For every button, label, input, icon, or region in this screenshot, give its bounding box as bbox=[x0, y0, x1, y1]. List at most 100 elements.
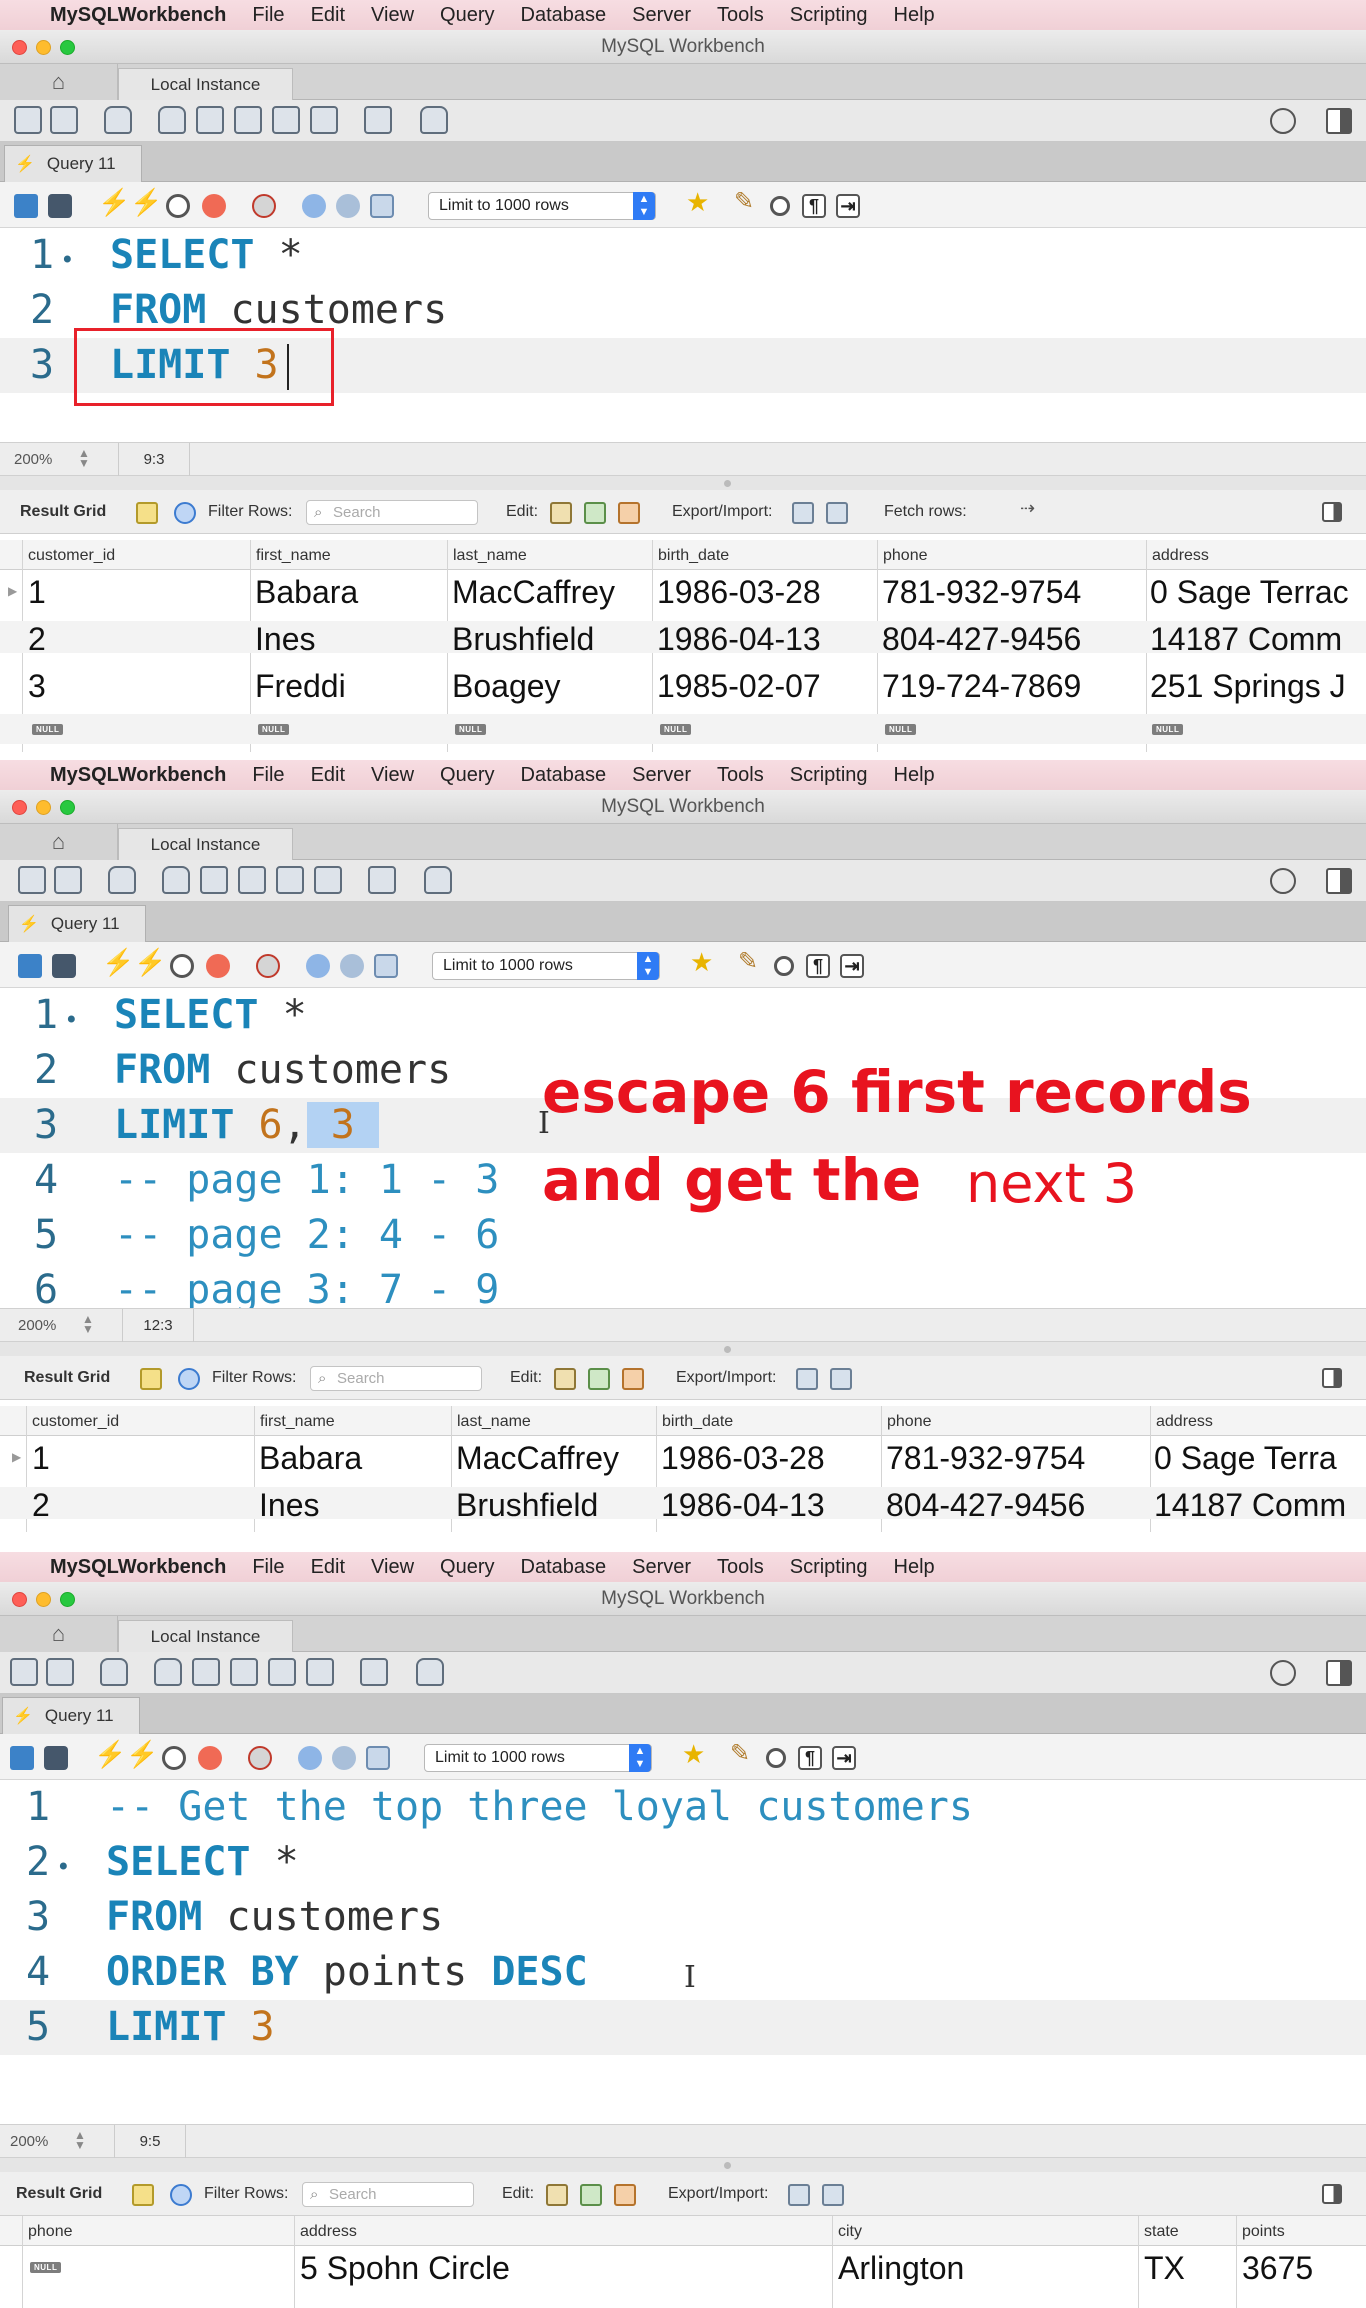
format-brush-icon[interactable]: ✎ bbox=[730, 1742, 754, 1766]
create-schema-icon[interactable] bbox=[158, 106, 186, 134]
stop-on-error-icon[interactable] bbox=[248, 1746, 272, 1770]
connection-tab[interactable]: Local Instance bbox=[118, 1620, 293, 1652]
create-function-icon[interactable] bbox=[314, 866, 342, 894]
minimize-button[interactable] bbox=[36, 800, 51, 815]
open-folder-icon[interactable] bbox=[10, 1746, 34, 1770]
zoom-level[interactable]: 200% bbox=[10, 2133, 48, 2150]
stop-on-error-icon[interactable] bbox=[252, 194, 276, 218]
create-table-icon[interactable] bbox=[196, 106, 224, 134]
find-icon[interactable] bbox=[774, 956, 794, 976]
stop-icon[interactable] bbox=[198, 1746, 222, 1770]
close-button[interactable] bbox=[12, 40, 27, 55]
pane-splitter[interactable] bbox=[0, 2158, 1366, 2172]
limit-rows-select[interactable]: Limit to 1000 rows ▲ ▼ bbox=[424, 1744, 652, 1772]
menu-app-name[interactable]: MySQLWorkbench bbox=[50, 764, 226, 787]
cell-first-name[interactable]: Ines bbox=[259, 1487, 319, 1524]
save-icon[interactable] bbox=[52, 954, 76, 978]
add-row-icon[interactable] bbox=[580, 2184, 602, 2206]
cell-birth-date[interactable]: 1986-04-13 bbox=[657, 621, 821, 658]
create-table-icon[interactable] bbox=[200, 866, 228, 894]
create-procedure-icon[interactable] bbox=[276, 866, 304, 894]
edit-row-icon[interactable] bbox=[554, 1368, 576, 1390]
column-header[interactable]: first_name bbox=[256, 1413, 335, 1431]
settings-gear-icon[interactable] bbox=[1270, 868, 1296, 894]
minimize-button[interactable] bbox=[36, 1592, 51, 1607]
column-header[interactable]: address bbox=[1152, 1413, 1213, 1431]
zoom-button[interactable] bbox=[60, 800, 75, 815]
sql-editor[interactable]: 1 • SELECT * 2 FROM customers 3 LIMIT 3 bbox=[0, 228, 1366, 442]
rollback-icon[interactable] bbox=[332, 1746, 356, 1770]
column-header[interactable]: birth_date bbox=[658, 1413, 733, 1431]
reconnect-icon[interactable] bbox=[420, 106, 448, 134]
execute-icon[interactable]: ⚡ bbox=[94, 1741, 126, 1767]
menu-view[interactable]: View bbox=[371, 4, 414, 27]
grid-view-icon[interactable] bbox=[136, 502, 158, 524]
toggle-panel-icon[interactable] bbox=[1322, 2184, 1342, 2204]
format-brush-icon[interactable]: ✎ bbox=[734, 190, 758, 214]
search-table-data-icon[interactable] bbox=[360, 1658, 388, 1686]
save-icon[interactable] bbox=[44, 1746, 68, 1770]
inspector-icon[interactable] bbox=[100, 1658, 128, 1686]
menu-database[interactable]: Database bbox=[521, 4, 607, 27]
export-icon[interactable] bbox=[796, 1368, 818, 1390]
column-header[interactable]: state bbox=[1140, 2223, 1179, 2241]
filter-search-input[interactable]: ⌕ Search bbox=[306, 500, 478, 525]
cell-birth-date[interactable]: 1986-04-13 bbox=[661, 1487, 825, 1524]
cell-phone[interactable]: 781-932-9754 bbox=[882, 574, 1081, 611]
menu-server[interactable]: Server bbox=[632, 1556, 691, 1579]
column-header[interactable]: address bbox=[1148, 547, 1209, 565]
create-function-icon[interactable] bbox=[310, 106, 338, 134]
home-tab[interactable]: ⌂ bbox=[0, 1616, 118, 1652]
cell-last-name[interactable]: Boagey bbox=[452, 668, 561, 705]
column-header[interactable]: points bbox=[1238, 2223, 1285, 2241]
wrap-lines-icon[interactable]: ⇥ bbox=[836, 194, 860, 218]
menu-scripting[interactable]: Scripting bbox=[790, 1556, 868, 1579]
cell-phone[interactable]: 804-427-9456 bbox=[886, 1487, 1085, 1524]
rollback-icon[interactable] bbox=[340, 954, 364, 978]
column-header[interactable]: last_name bbox=[449, 547, 527, 565]
create-schema-icon[interactable] bbox=[154, 1658, 182, 1686]
create-view-icon[interactable] bbox=[238, 866, 266, 894]
toggle-panel-icon[interactable] bbox=[1322, 502, 1342, 522]
explain-icon[interactable] bbox=[166, 194, 190, 218]
column-header[interactable]: phone bbox=[879, 547, 928, 565]
cell-last-name[interactable]: MacCaffrey bbox=[452, 574, 615, 611]
invisible-chars-icon[interactable]: ¶ bbox=[802, 194, 826, 218]
column-header[interactable]: first_name bbox=[252, 547, 331, 565]
zoom-button[interactable] bbox=[60, 40, 75, 55]
menu-server[interactable]: Server bbox=[632, 764, 691, 787]
limit-rows-select[interactable]: Limit to 1000 rows ▲ ▼ bbox=[428, 192, 656, 220]
menu-view[interactable]: View bbox=[371, 1556, 414, 1579]
import-icon[interactable] bbox=[822, 2184, 844, 2206]
refresh-icon[interactable] bbox=[174, 502, 196, 524]
cell-phone[interactable]: 719-724-7869 bbox=[882, 668, 1081, 705]
menu-edit[interactable]: Edit bbox=[311, 1556, 345, 1579]
save-icon[interactable] bbox=[48, 194, 72, 218]
delete-row-icon[interactable] bbox=[618, 502, 640, 524]
cell-last-name[interactable]: Brushfield bbox=[456, 1487, 598, 1524]
execute-current-icon[interactable]: ⚡ bbox=[134, 949, 166, 975]
beautify-star-icon[interactable]: ★ bbox=[682, 1741, 706, 1767]
query-tab[interactable]: ⚡ Query 11 bbox=[4, 145, 142, 182]
menu-scripting[interactable]: Scripting bbox=[790, 4, 868, 27]
execute-current-icon[interactable]: ⚡ bbox=[130, 189, 162, 215]
filter-search-input[interactable]: ⌕ Search bbox=[310, 1366, 482, 1391]
new-sql-tab-icon[interactable] bbox=[14, 106, 42, 134]
menu-database[interactable]: Database bbox=[521, 1556, 607, 1579]
zoom-button[interactable] bbox=[60, 1592, 75, 1607]
menu-tools[interactable]: Tools bbox=[717, 4, 764, 27]
zoom-stepper-icon[interactable]: ▲ ▼ bbox=[74, 2129, 86, 2151]
execute-current-icon[interactable]: ⚡ bbox=[126, 1741, 158, 1767]
home-tab[interactable]: ⌂ bbox=[0, 824, 118, 860]
cell-address[interactable]: 14187 Comm bbox=[1154, 1487, 1346, 1524]
query-tab[interactable]: ⚡ Query 11 bbox=[8, 905, 146, 942]
cell-customer-id[interactable]: 2 bbox=[32, 1487, 50, 1524]
zoom-stepper-icon[interactable]: ▲ ▼ bbox=[78, 447, 90, 469]
cell-first-name[interactable]: Ines bbox=[255, 621, 315, 658]
explain-icon[interactable] bbox=[170, 954, 194, 978]
refresh-icon[interactable] bbox=[170, 2184, 192, 2206]
find-icon[interactable] bbox=[770, 196, 790, 216]
pane-splitter[interactable] bbox=[0, 476, 1366, 490]
settings-gear-icon[interactable] bbox=[1270, 108, 1296, 134]
autocommit-icon[interactable] bbox=[374, 954, 398, 978]
